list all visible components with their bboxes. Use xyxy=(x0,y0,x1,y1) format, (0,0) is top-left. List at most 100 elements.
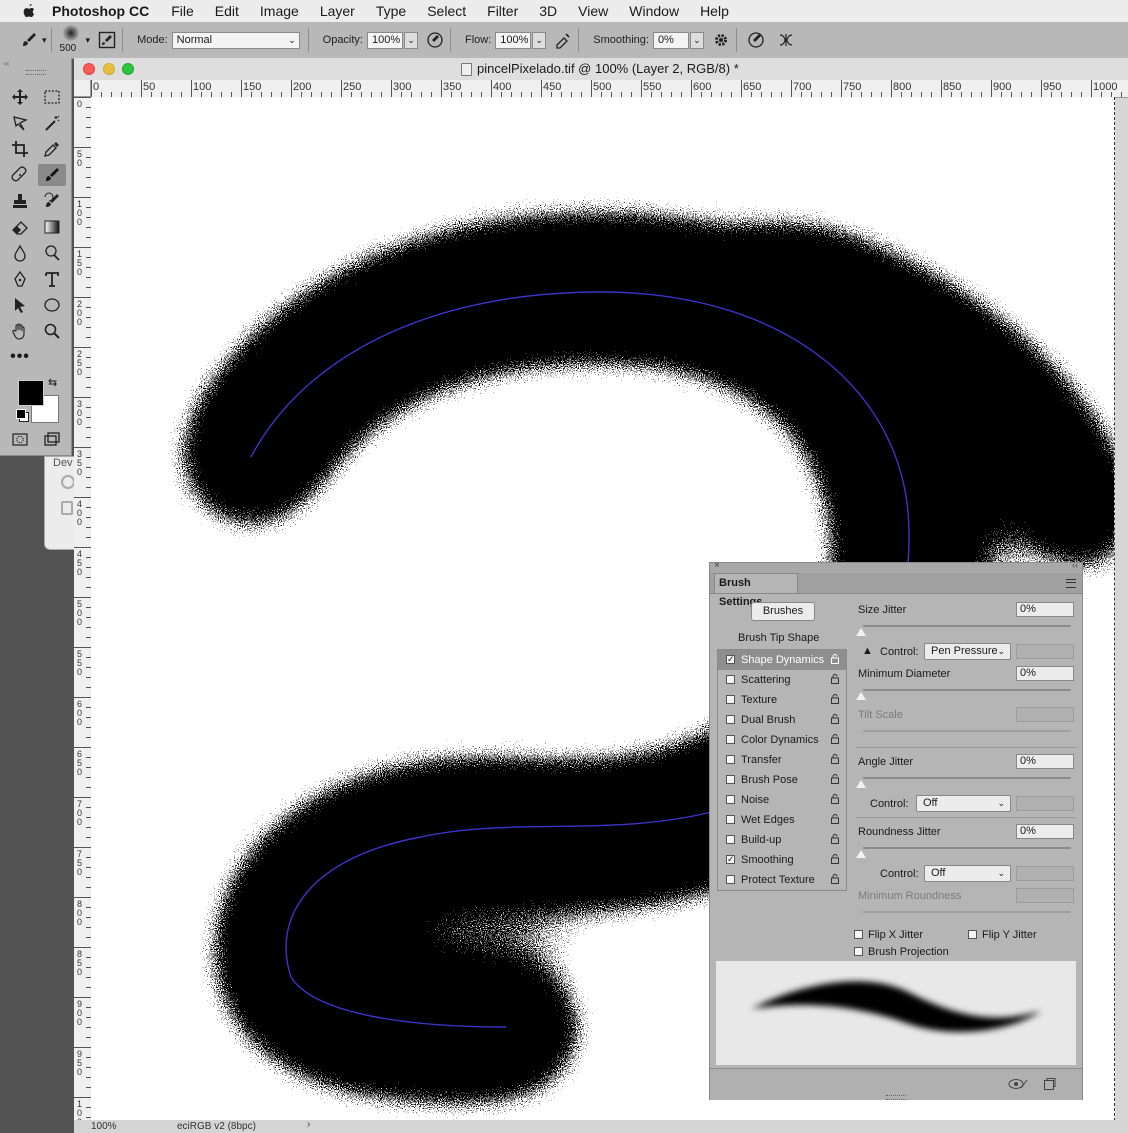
type-tool-icon[interactable] xyxy=(40,268,64,290)
menu-image[interactable]: Image xyxy=(260,3,299,19)
toolbox-grip[interactable] xyxy=(26,70,46,75)
toggle-live-tip-preview-icon[interactable] xyxy=(1008,1078,1028,1090)
menu-view[interactable]: View xyxy=(578,3,608,19)
collapse-panel-icon[interactable]: ‹‹ xyxy=(1072,560,1078,570)
scattering-checkbox[interactable] xyxy=(726,675,735,684)
size-control-select[interactable]: Pen Pressure ⌄ xyxy=(924,643,1011,660)
protect-texture-checkbox[interactable] xyxy=(726,875,735,884)
lock-icon[interactable] xyxy=(831,814,839,824)
brush-pose-checkbox[interactable] xyxy=(726,775,735,784)
eraser-icon[interactable] xyxy=(8,216,32,238)
list-item-protect-texture[interactable]: Protect Texture xyxy=(718,870,846,890)
dual-brush-checkbox[interactable] xyxy=(726,715,735,724)
crop-tool-icon[interactable] xyxy=(8,138,32,160)
hand-tool-icon[interactable] xyxy=(8,320,32,342)
flip-x-checkbox[interactable] xyxy=(854,930,863,939)
status-menu-arrow[interactable]: › xyxy=(307,1119,310,1130)
list-item-shape-dynamics[interactable]: ✓ Shape Dynamics xyxy=(718,650,846,670)
lock-icon[interactable] xyxy=(831,754,839,764)
magic-wand-icon[interactable] xyxy=(40,112,64,134)
build-up-checkbox[interactable] xyxy=(726,835,735,844)
panel-header-strip[interactable]: × ‹‹ xyxy=(710,560,1082,573)
brush-tool-icon[interactable] xyxy=(38,164,66,186)
list-item-noise[interactable]: Noise xyxy=(718,790,846,810)
panel-resize-grip[interactable] xyxy=(886,1095,906,1100)
screen-mode-icon[interactable] xyxy=(40,428,64,450)
apple-icon[interactable] xyxy=(20,3,38,19)
horizontal-ruler[interactable]: 0 50 100 150 200 250 300 350 400 450 500 550 600 650 7… xyxy=(91,80,1128,98)
lock-icon[interactable] xyxy=(831,674,839,684)
close-panel-icon[interactable]: × xyxy=(714,560,720,571)
zoom-window-button[interactable] xyxy=(122,63,134,75)
swap-colors-icon[interactable]: ⇆ xyxy=(48,376,57,389)
list-item-build-up[interactable]: Build-up xyxy=(718,830,846,850)
menu-select[interactable]: Select xyxy=(427,3,466,19)
brush-picker[interactable]: 500 xyxy=(56,23,86,57)
brushes-button[interactable]: Brushes xyxy=(751,602,815,621)
gradient-tool-icon[interactable] xyxy=(40,216,64,238)
brush-projection-checkbox[interactable] xyxy=(854,947,863,956)
list-item-color-dynamics[interactable]: Color Dynamics xyxy=(718,730,846,750)
zoom-level[interactable]: 100% xyxy=(91,1121,117,1132)
list-item-scattering[interactable]: Scattering xyxy=(718,670,846,690)
smoothing-checkbox[interactable]: ✓ xyxy=(726,855,735,864)
zoom-tool-icon[interactable] xyxy=(40,320,64,342)
app-name[interactable]: Photoshop CC xyxy=(52,3,149,19)
brush-tool-preset-icon[interactable] xyxy=(18,29,40,51)
clone-stamp-icon[interactable] xyxy=(8,190,32,212)
vertical-ruler[interactable]: 0501001502002503003504004505005506006507… xyxy=(74,97,92,1120)
menu-file[interactable]: File xyxy=(171,3,194,19)
airbrush-icon[interactable] xyxy=(552,29,574,51)
lock-icon[interactable] xyxy=(831,874,839,884)
opacity-input[interactable]: 100% xyxy=(367,31,403,49)
toggle-brush-panel-icon[interactable] xyxy=(96,29,118,51)
minimize-window-button[interactable] xyxy=(103,63,115,75)
chevron-down-icon[interactable]: ▾ xyxy=(42,35,47,46)
flip-y-checkbox[interactable] xyxy=(968,930,977,939)
quick-mask-icon[interactable] xyxy=(8,428,32,450)
more-tools-icon[interactable]: ••• xyxy=(8,346,32,368)
lock-icon[interactable] xyxy=(831,714,839,724)
menu-help[interactable]: Help xyxy=(700,3,729,19)
smoothing-dropdown-button[interactable]: ⌄ xyxy=(689,31,704,49)
opacity-dropdown-button[interactable]: ⌄ xyxy=(404,31,418,49)
brush-tip-shape-item[interactable]: Brush Tip Shape xyxy=(738,632,819,644)
tab-brush-settings[interactable]: Brush Settings xyxy=(714,573,798,608)
size-jitter-input[interactable]: 0% xyxy=(1016,602,1074,617)
lock-icon[interactable] xyxy=(831,774,839,784)
ruler-origin[interactable] xyxy=(74,80,91,97)
lock-icon[interactable] xyxy=(831,834,839,844)
minimum-diameter-input[interactable]: 0% xyxy=(1016,666,1074,681)
list-item-texture[interactable]: Texture xyxy=(718,690,846,710)
dodge-tool-icon[interactable] xyxy=(40,242,64,264)
foreground-color-swatch[interactable] xyxy=(18,380,44,406)
shape-dynamics-checkbox[interactable]: ✓ xyxy=(726,655,735,664)
menu-3d[interactable]: 3D xyxy=(539,3,557,19)
list-item-brush-pose[interactable]: Brush Pose xyxy=(718,770,846,790)
roundness-control-select[interactable]: Off ⌄ xyxy=(924,865,1011,882)
minimum-diameter-slider-thumb[interactable] xyxy=(856,692,866,700)
history-brush-icon[interactable] xyxy=(40,190,64,212)
size-jitter-slider-thumb[interactable] xyxy=(856,628,866,636)
collapsed-panel[interactable]: Dev xyxy=(44,456,76,550)
noise-checkbox[interactable] xyxy=(726,795,735,804)
healing-brush-icon[interactable] xyxy=(8,164,32,186)
close-window-button[interactable] xyxy=(83,63,95,75)
flow-input[interactable]: 100% xyxy=(495,31,532,49)
lock-icon[interactable] xyxy=(831,654,839,664)
menu-type[interactable]: Type xyxy=(376,3,406,19)
lock-icon[interactable] xyxy=(831,794,839,804)
angle-jitter-input[interactable]: 0% xyxy=(1016,754,1074,769)
list-item-smoothing[interactable]: ✓ Smoothing xyxy=(718,850,846,870)
pressure-opacity-icon[interactable] xyxy=(424,29,446,51)
list-item-dual-brush[interactable]: Dual Brush xyxy=(718,710,846,730)
chevron-down-icon[interactable]: ▾ xyxy=(86,35,91,46)
angle-jitter-slider-thumb[interactable] xyxy=(856,780,866,788)
path-selection-icon[interactable] xyxy=(8,294,32,316)
list-item-transfer[interactable]: Transfer xyxy=(718,750,846,770)
marquee-tool-icon[interactable] xyxy=(40,86,64,108)
mode-select[interactable]: Normal ⌄ xyxy=(171,31,300,49)
texture-checkbox[interactable] xyxy=(726,695,735,704)
symmetry-icon[interactable] xyxy=(775,29,797,51)
blur-tool-icon[interactable] xyxy=(8,242,32,264)
